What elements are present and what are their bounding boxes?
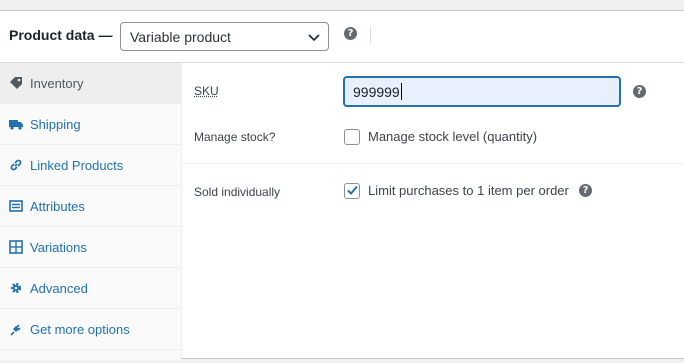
inventory-group-stock: SKU 999999 ? Manage stock? Manage stock … — [182, 63, 684, 164]
header-divider — [370, 27, 371, 43]
inventory-group-sold-individually: Sold individually Limit purchases to 1 i… — [182, 164, 684, 224]
tab-variations[interactable]: Variations — [0, 227, 181, 268]
manage-stock-label: Manage stock? — [194, 130, 276, 144]
sold-individually-text[interactable]: Limit purchases to 1 item per order — [368, 183, 569, 198]
gear-icon — [10, 282, 22, 294]
product-type-value: Variable product — [130, 29, 231, 45]
sku-label: SKU — [194, 84, 219, 98]
chevron-down-icon — [308, 34, 320, 42]
product-data-title: Product data — — [9, 27, 113, 43]
tab-label: Inventory — [30, 76, 84, 91]
sku-value: 999999 — [353, 83, 402, 100]
product-data-panel: Product data — Variable product ? Invent… — [0, 10, 684, 360]
manage-stock-checkbox[interactable] — [344, 129, 360, 145]
help-icon[interactable]: ? — [579, 184, 592, 197]
tab-inventory[interactable]: Inventory — [0, 63, 181, 104]
tab-label: Shipping — [30, 117, 81, 132]
product-data-header: Product data — Variable product ? — [0, 11, 684, 63]
tab-attributes[interactable]: Attributes — [0, 186, 181, 227]
sold-individually-label: Sold individually — [194, 185, 281, 199]
tab-label: Attributes — [30, 199, 85, 214]
manage-stock-text[interactable]: Manage stock level (quantity) — [368, 129, 537, 144]
tab-label: Linked Products — [30, 158, 124, 173]
tab-advanced[interactable]: Advanced — [0, 268, 181, 309]
help-icon[interactable]: ? — [344, 27, 357, 40]
link-icon — [10, 159, 22, 171]
tab-label: Get more options — [30, 322, 130, 337]
help-icon[interactable]: ? — [633, 85, 646, 98]
grid-icon — [9, 240, 23, 254]
product-data-tabs: Inventory Shipping Linked Products Attri… — [0, 63, 182, 360]
text-caret — [400, 83, 402, 100]
tab-linked-products[interactable]: Linked Products — [0, 145, 181, 186]
truck-icon — [9, 120, 23, 130]
product-type-select[interactable]: Variable product — [120, 22, 329, 51]
sold-individually-checkbox[interactable] — [344, 183, 360, 199]
inventory-icon — [10, 77, 22, 89]
checkmark-icon — [347, 185, 358, 195]
sku-input[interactable]: 999999 — [343, 76, 621, 107]
tab-shipping[interactable]: Shipping — [0, 104, 181, 145]
tab-label: Advanced — [30, 281, 88, 296]
list-icon — [9, 200, 23, 212]
inventory-panel: SKU 999999 ? Manage stock? Manage stock … — [182, 63, 684, 360]
plugin-icon — [10, 324, 21, 336]
tab-label: Variations — [30, 240, 87, 255]
tab-get-more-options[interactable]: Get more options — [0, 309, 181, 350]
